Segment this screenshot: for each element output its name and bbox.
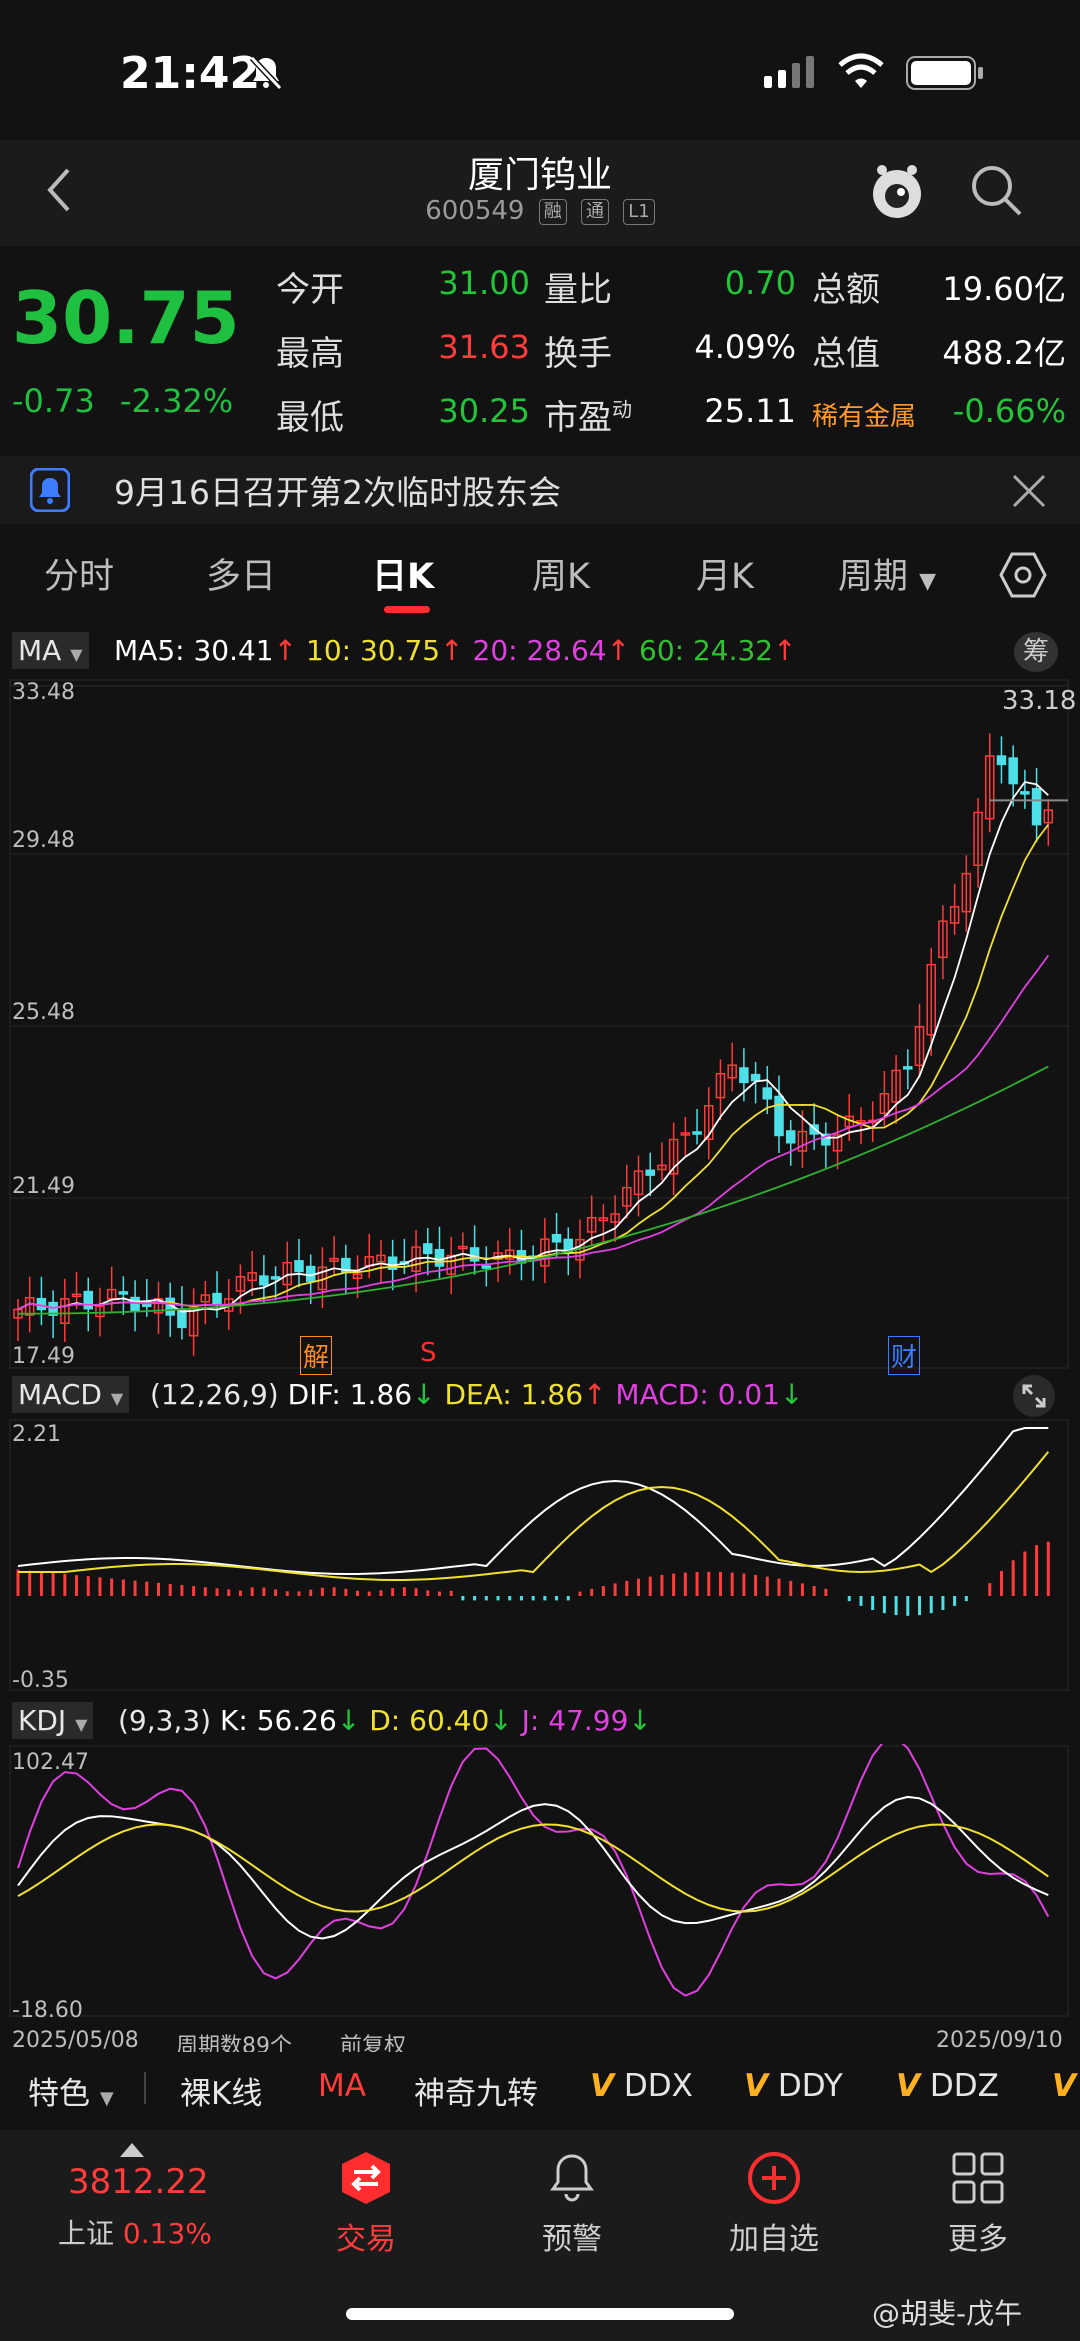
value-pe: 25.11 bbox=[704, 392, 796, 430]
tab-daily-k[interactable]: 日K bbox=[372, 548, 434, 599]
last-price: 30.75 bbox=[12, 276, 240, 360]
label-low: 最低 bbox=[276, 398, 344, 438]
bell-icon bbox=[29, 467, 71, 516]
ma-selector[interactable]: MA ▼ bbox=[12, 632, 89, 669]
price-change: -0.73 bbox=[12, 382, 95, 420]
tool-ddy[interactable]: V DDY bbox=[744, 2068, 843, 2104]
sector-name[interactable]: 稀有金属 bbox=[812, 396, 916, 433]
nav-more-label[interactable]: 更多 bbox=[898, 2214, 1058, 2258]
tag-connect: 通 bbox=[581, 198, 610, 225]
price-axis-top: 33.48 bbox=[12, 680, 75, 705]
price-axis-3: 25.48 bbox=[12, 1000, 75, 1025]
label-high: 最高 bbox=[276, 334, 344, 374]
close-icon[interactable] bbox=[1012, 474, 1046, 512]
nav-trade-label[interactable]: 交易 bbox=[286, 2214, 446, 2258]
macd-chart[interactable] bbox=[0, 1418, 1080, 1694]
label-volume-ratio: 量比 bbox=[544, 270, 612, 310]
tool-naked-k[interactable]: 裸K线 bbox=[180, 2068, 262, 2113]
event-marker-s[interactable]: S bbox=[420, 1338, 437, 1368]
ma10-value: 10: 30.75 bbox=[306, 634, 441, 667]
ma20-value: 20: 28.64 bbox=[472, 634, 607, 667]
alert-bell-icon[interactable] bbox=[544, 2150, 600, 2210]
tool-ddx[interactable]: V DDX bbox=[590, 2068, 693, 2104]
tag-level: L1 bbox=[623, 198, 655, 225]
price-change-pct: -2.32% bbox=[120, 382, 234, 420]
price-axis-2: 29.48 bbox=[12, 828, 75, 853]
kdj-legend: (9,3,3) K: 56.26↓ D: 60.40↓ J: 47.99↓ bbox=[118, 1704, 652, 1737]
index-row[interactable]: 上证 0.13% bbox=[58, 2212, 212, 2252]
more-grid-icon[interactable] bbox=[950, 2150, 1006, 2210]
tab-period[interactable]: 周期 ▼ bbox=[838, 548, 936, 599]
tool-ma[interactable]: MA bbox=[318, 2068, 366, 2104]
kdj-axis-bottom: -18.60 bbox=[12, 1998, 83, 2023]
ma-legend: MA5: 30.41↑ 10: 30.75↑ 20: 28.64↑ 60: 24… bbox=[114, 634, 797, 667]
value-market-cap: 488.2亿 bbox=[942, 334, 1066, 372]
value-volume-ratio: 0.70 bbox=[724, 264, 796, 302]
label-pe: 市盈动 bbox=[544, 397, 632, 438]
value-low: 30.25 bbox=[438, 392, 530, 430]
index-value[interactable]: 3812.22 bbox=[68, 2162, 209, 2202]
macd-selector[interactable]: MACD ▼ bbox=[12, 1376, 130, 1413]
caret-up-icon bbox=[120, 2142, 144, 2161]
value-turnover-rate: 4.09% bbox=[694, 328, 796, 366]
tool-magic-nine[interactable]: 神奇九转 bbox=[414, 2068, 538, 2113]
kdj-chart[interactable] bbox=[0, 1744, 1080, 2020]
tab-multiday[interactable]: 多日 bbox=[206, 548, 276, 599]
price-axis-4: 21.49 bbox=[12, 1174, 75, 1199]
date-start: 2025/05/08 bbox=[12, 2028, 139, 2053]
sector-change: -0.66% bbox=[952, 392, 1066, 430]
settings-hexagon-icon[interactable] bbox=[998, 550, 1048, 604]
active-tab-indicator bbox=[384, 606, 430, 613]
label-turnover-amount: 总额 bbox=[812, 270, 880, 310]
toolbar-divider bbox=[144, 2072, 146, 2104]
tool-feature[interactable]: 特色 ▼ bbox=[28, 2068, 114, 2113]
nav-alert-label[interactable]: 预警 bbox=[492, 2214, 652, 2258]
macd-axis-bottom: -0.35 bbox=[12, 1668, 69, 1693]
macd-legend: (12,26,9) DIF: 1.86↓ DEA: 1.86↑ MACD: 0.… bbox=[150, 1378, 804, 1411]
caret-down-icon: ▼ bbox=[919, 569, 937, 594]
value-open: 31.00 bbox=[438, 264, 530, 302]
price-axis-bottom: 17.49 bbox=[12, 1344, 75, 1369]
nav-add-watchlist-label[interactable]: 加自选 bbox=[694, 2214, 854, 2258]
home-indicator bbox=[346, 2308, 734, 2320]
kdj-selector[interactable]: KDJ ▼ bbox=[12, 1702, 94, 1739]
tab-weekly-k[interactable]: 周K bbox=[532, 548, 590, 599]
add-watchlist-icon[interactable] bbox=[746, 2150, 802, 2210]
status-bar: 21:42 bbox=[0, 0, 1080, 140]
trade-icon[interactable] bbox=[338, 2150, 394, 2210]
value-high: 31.63 bbox=[438, 328, 530, 366]
tab-monthly-k[interactable]: 月K bbox=[696, 548, 754, 599]
kdj-axis-top: 102.47 bbox=[12, 1750, 89, 1775]
battery-icon bbox=[906, 56, 986, 94]
label-market-cap: 总值 bbox=[812, 334, 880, 374]
label-turnover-rate: 换手 bbox=[544, 334, 612, 374]
macd-axis-top: 2.21 bbox=[12, 1422, 61, 1447]
value-turnover-amount: 19.60亿 bbox=[942, 270, 1066, 308]
kline-chart[interactable] bbox=[0, 676, 1080, 1374]
search-icon[interactable] bbox=[968, 162, 1024, 222]
high-price-marker: 33.18 bbox=[1002, 686, 1077, 716]
bell-muted-icon bbox=[246, 52, 286, 96]
label-open: 今开 bbox=[276, 270, 344, 310]
notice-text: 9月16日召开第2次临时股东会 bbox=[114, 473, 561, 512]
tag-margin: 融 bbox=[538, 198, 567, 225]
event-marker-unlock[interactable]: 解 bbox=[300, 1336, 333, 1375]
tool-ddz[interactable]: V DDZ bbox=[896, 2068, 999, 2104]
wifi-icon bbox=[836, 52, 886, 96]
ma5-value: MA5: 30.41 bbox=[114, 634, 274, 667]
date-end: 2025/09/10 bbox=[936, 2028, 1063, 2053]
mascot-icon[interactable] bbox=[866, 160, 928, 226]
tab-intraday[interactable]: 分时 bbox=[44, 548, 114, 599]
expand-icon[interactable] bbox=[1012, 1374, 1056, 1422]
ma60-value: 60: 24.32 bbox=[639, 634, 774, 667]
clock: 21:42 bbox=[120, 48, 261, 99]
chip-distribution-button[interactable]: 筹 bbox=[1014, 632, 1058, 672]
tool-more-v[interactable]: V bbox=[1052, 2068, 1076, 2104]
signal-icon bbox=[764, 56, 820, 92]
event-marker-finance[interactable]: 财 bbox=[888, 1336, 921, 1375]
watermark: @胡斐-戊午 bbox=[872, 2297, 1023, 2330]
stock-code: 600549 bbox=[425, 196, 525, 226]
